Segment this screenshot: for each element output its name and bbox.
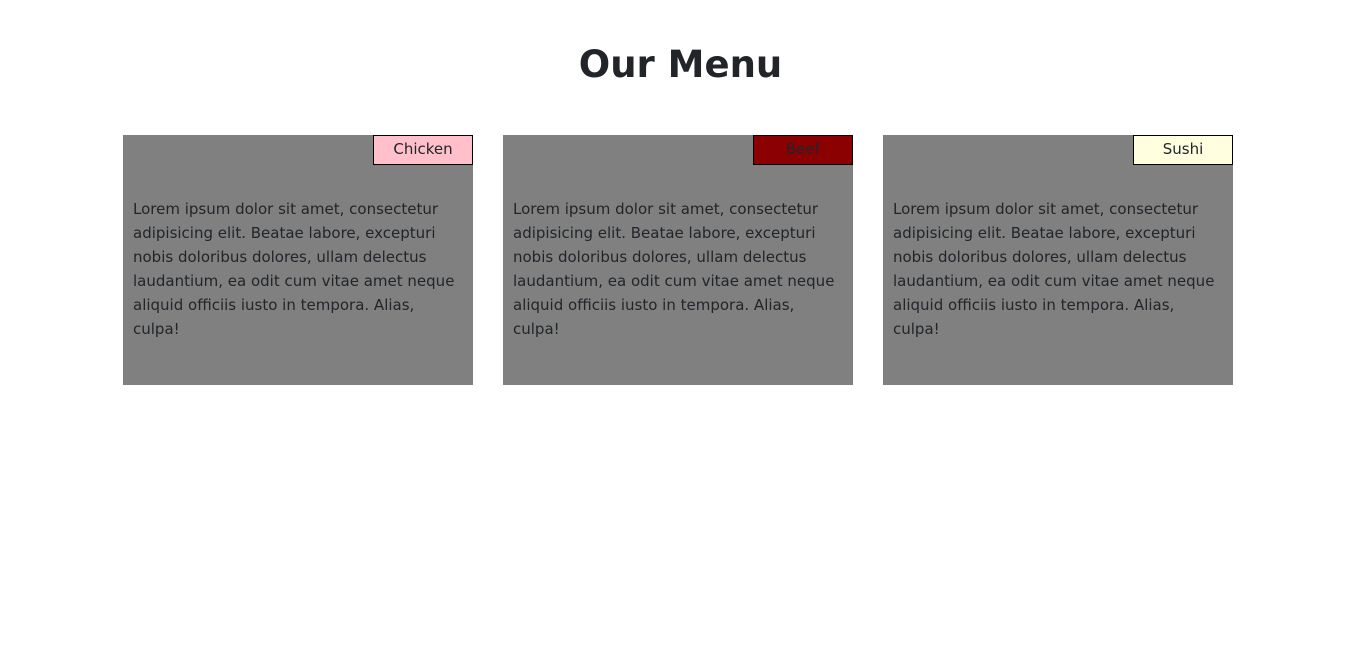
menu-tag-sushi[interactable]: Sushi <box>1133 135 1233 165</box>
menu-card-sushi: Sushi Lorem ipsum dolor sit amet, consec… <box>883 135 1233 385</box>
menu-tag-chicken[interactable]: Chicken <box>373 135 473 165</box>
menu-card-beef: Beef Lorem ipsum dolor sit amet, consect… <box>503 135 853 385</box>
menu-card-chicken: Chicken Lorem ipsum dolor sit amet, cons… <box>123 135 473 385</box>
menu-description: Lorem ipsum dolor sit amet, consectetur … <box>893 200 1215 338</box>
menu-grid: Chicken Lorem ipsum dolor sit amet, cons… <box>123 135 1233 385</box>
page-title: Our Menu <box>578 43 783 86</box>
menu-description: Lorem ipsum dolor sit amet, consectetur … <box>513 200 835 338</box>
menu-description: Lorem ipsum dolor sit amet, consectetur … <box>133 200 455 338</box>
menu-tag-beef[interactable]: Beef <box>753 135 853 165</box>
